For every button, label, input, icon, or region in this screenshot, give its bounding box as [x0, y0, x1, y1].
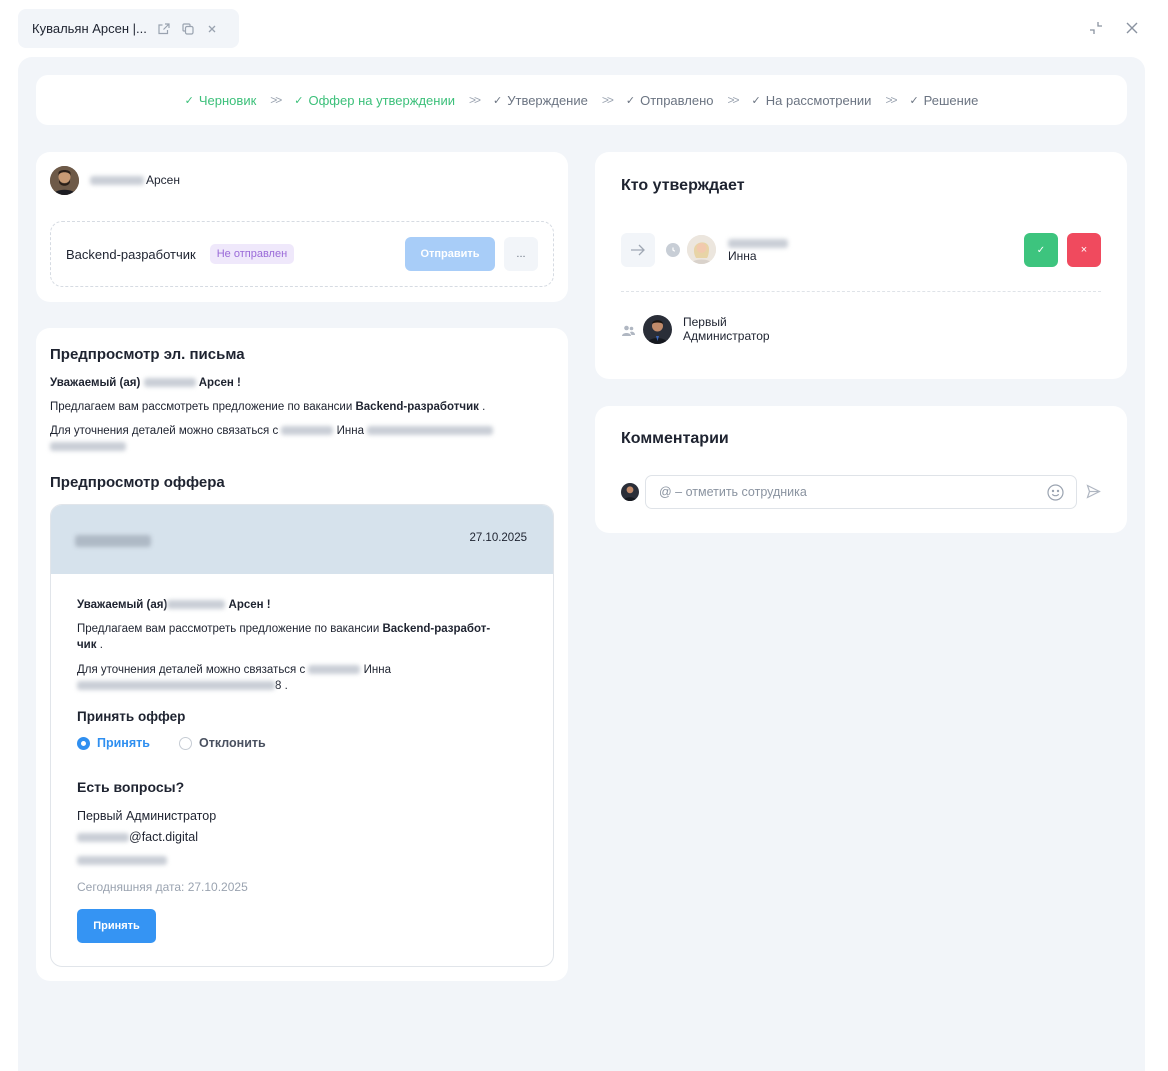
initiator-last-name: Администратор: [683, 329, 770, 343]
chevron-double-right-icon: >>: [270, 93, 282, 107]
radio-accept[interactable]: Принять: [77, 736, 150, 750]
blurred-surname: [90, 176, 144, 185]
collapse-icon[interactable]: [1086, 18, 1106, 38]
offer-body-line1: Предлагаем вам рассмотреть предложение п…: [77, 623, 491, 651]
radio-selected-icon[interactable]: [77, 736, 90, 750]
questions-title: Есть вопросы?: [77, 779, 185, 795]
comment-placeholder: @ – отметить сотрудника: [659, 485, 807, 499]
email-greeting: Уважаемый (ая) Арсен !: [50, 377, 241, 389]
step-approval[interactable]: ✓ Утверждение: [493, 93, 588, 108]
blurred-surname: [281, 426, 334, 436]
close-tab-icon[interactable]: [205, 22, 219, 36]
check-icon: ✓: [751, 94, 761, 107]
send-comment-icon[interactable]: [1086, 484, 1101, 502]
step-review[interactable]: ✓ На рассмотрении: [752, 93, 872, 108]
status-stepper: ✓ Черновик >> ✓ Оффер на утверждении >> ✓ У…: [36, 75, 1127, 125]
status-badge: Не отправлен: [209, 244, 295, 264]
comments-card: Комментарии @ – отметить сотрудника: [595, 406, 1127, 533]
chevron-double-right-icon: >>: [601, 93, 614, 107]
offer-date: 27.10.2025: [469, 532, 527, 544]
approvers-card: Кто утверждает Инна ✓ × Первый Администр…: [595, 152, 1127, 379]
chevron-double-right-icon: >>: [885, 93, 897, 107]
offer-header: 27.10.2025: [51, 505, 553, 574]
clock-icon: [666, 243, 680, 257]
blurred-contact: [77, 681, 275, 691]
vacancy-row: Backend-разработчик Не отправлен Отправи…: [50, 221, 554, 287]
email-body-line2: Для уточнения деталей можно связаться с …: [50, 423, 554, 455]
approver-name: Инна: [728, 249, 757, 263]
company-logo: [75, 535, 151, 547]
divider: [621, 291, 1101, 292]
step-sent[interactable]: ✓ Отправлено: [626, 93, 714, 108]
initiator-first-name: Первый: [683, 315, 727, 329]
chevron-double-right-icon: >>: [469, 93, 481, 107]
more-button[interactable]: ...: [504, 237, 538, 271]
blurred-surname: [728, 239, 788, 248]
reject-button[interactable]: ×: [1067, 233, 1101, 267]
approve-button[interactable]: ✓: [1024, 233, 1058, 267]
candidate-card: Арсен Backend-разработчик Не отправлен О…: [36, 152, 568, 302]
today-date: Сегодняшняя дата: 27.10.2025: [77, 880, 248, 894]
comments-title: Комментарии: [621, 430, 729, 447]
email-body-line1: Предлагаем вам рассмотреть предложение п…: [50, 401, 486, 413]
offer-preview-title: Предпросмотр оффера: [50, 474, 225, 491]
blurred-phone: [77, 856, 167, 865]
radio-decline[interactable]: Отклонить: [179, 736, 266, 750]
step-decision[interactable]: ✓ Решение: [909, 93, 978, 108]
radio-unselected-icon[interactable]: [179, 736, 192, 750]
comment-input[interactable]: @ – отметить сотрудника: [645, 475, 1077, 509]
arrow-right-icon: [621, 233, 655, 267]
chevron-double-right-icon: >>: [727, 93, 740, 107]
check-icon: ✓: [909, 94, 919, 107]
external-link-icon[interactable]: [157, 22, 171, 36]
blurred-surname: [308, 665, 361, 675]
check-icon: ✓: [493, 94, 503, 107]
step-offer-approval[interactable]: ✓ Оффер на утверждении: [294, 93, 455, 108]
blurred-surname: [143, 378, 196, 388]
user-group-icon: [622, 324, 635, 339]
email-preview-title: Предпросмотр эл. письма: [50, 346, 245, 363]
contact-name: Первый Администратор: [77, 809, 217, 823]
vacancy-title: Backend-разработчик: [66, 246, 196, 262]
tab-title: Кувальян Арсен |...: [32, 21, 147, 36]
candidate-avatar[interactable]: [50, 166, 79, 195]
offer-body-line2: Для уточнения деталей можно связаться с …: [77, 664, 392, 692]
check-icon: ✓: [294, 94, 304, 107]
approvers-title: Кто утверждает: [621, 177, 745, 194]
accept-offer-title: Принять оффер: [77, 709, 186, 724]
blurred-email-user: [77, 833, 129, 843]
blurred-contact: [367, 426, 494, 436]
offer-greeting: Уважаемый (ая) Арсен !: [77, 599, 271, 611]
candidate-name[interactable]: Арсен: [146, 173, 180, 187]
approver-avatar[interactable]: [687, 235, 716, 264]
offer-document: 27.10.2025 Уважаемый (ая) Арсен ! Предла…: [50, 504, 554, 967]
initiator-avatar[interactable]: [643, 315, 672, 344]
copy-icon[interactable]: [181, 22, 195, 36]
window-tab[interactable]: Кувальян Арсен |...: [18, 9, 239, 48]
contact-email: @fact.digital: [77, 830, 198, 844]
emoji-icon[interactable]: [1047, 484, 1064, 504]
blurred-contact: [50, 442, 126, 452]
step-draft[interactable]: ✓ Черновик: [185, 93, 257, 108]
send-button[interactable]: Отправить: [405, 237, 495, 271]
check-icon: ✓: [184, 94, 194, 107]
blurred-surname: [167, 600, 226, 610]
accept-button[interactable]: Принять: [77, 909, 156, 943]
check-icon: ✓: [625, 94, 636, 107]
close-window-icon[interactable]: [1122, 18, 1142, 38]
current-user-avatar: [621, 483, 639, 501]
preview-card: Предпросмотр эл. письма Уважаемый (ая) А…: [36, 328, 568, 981]
